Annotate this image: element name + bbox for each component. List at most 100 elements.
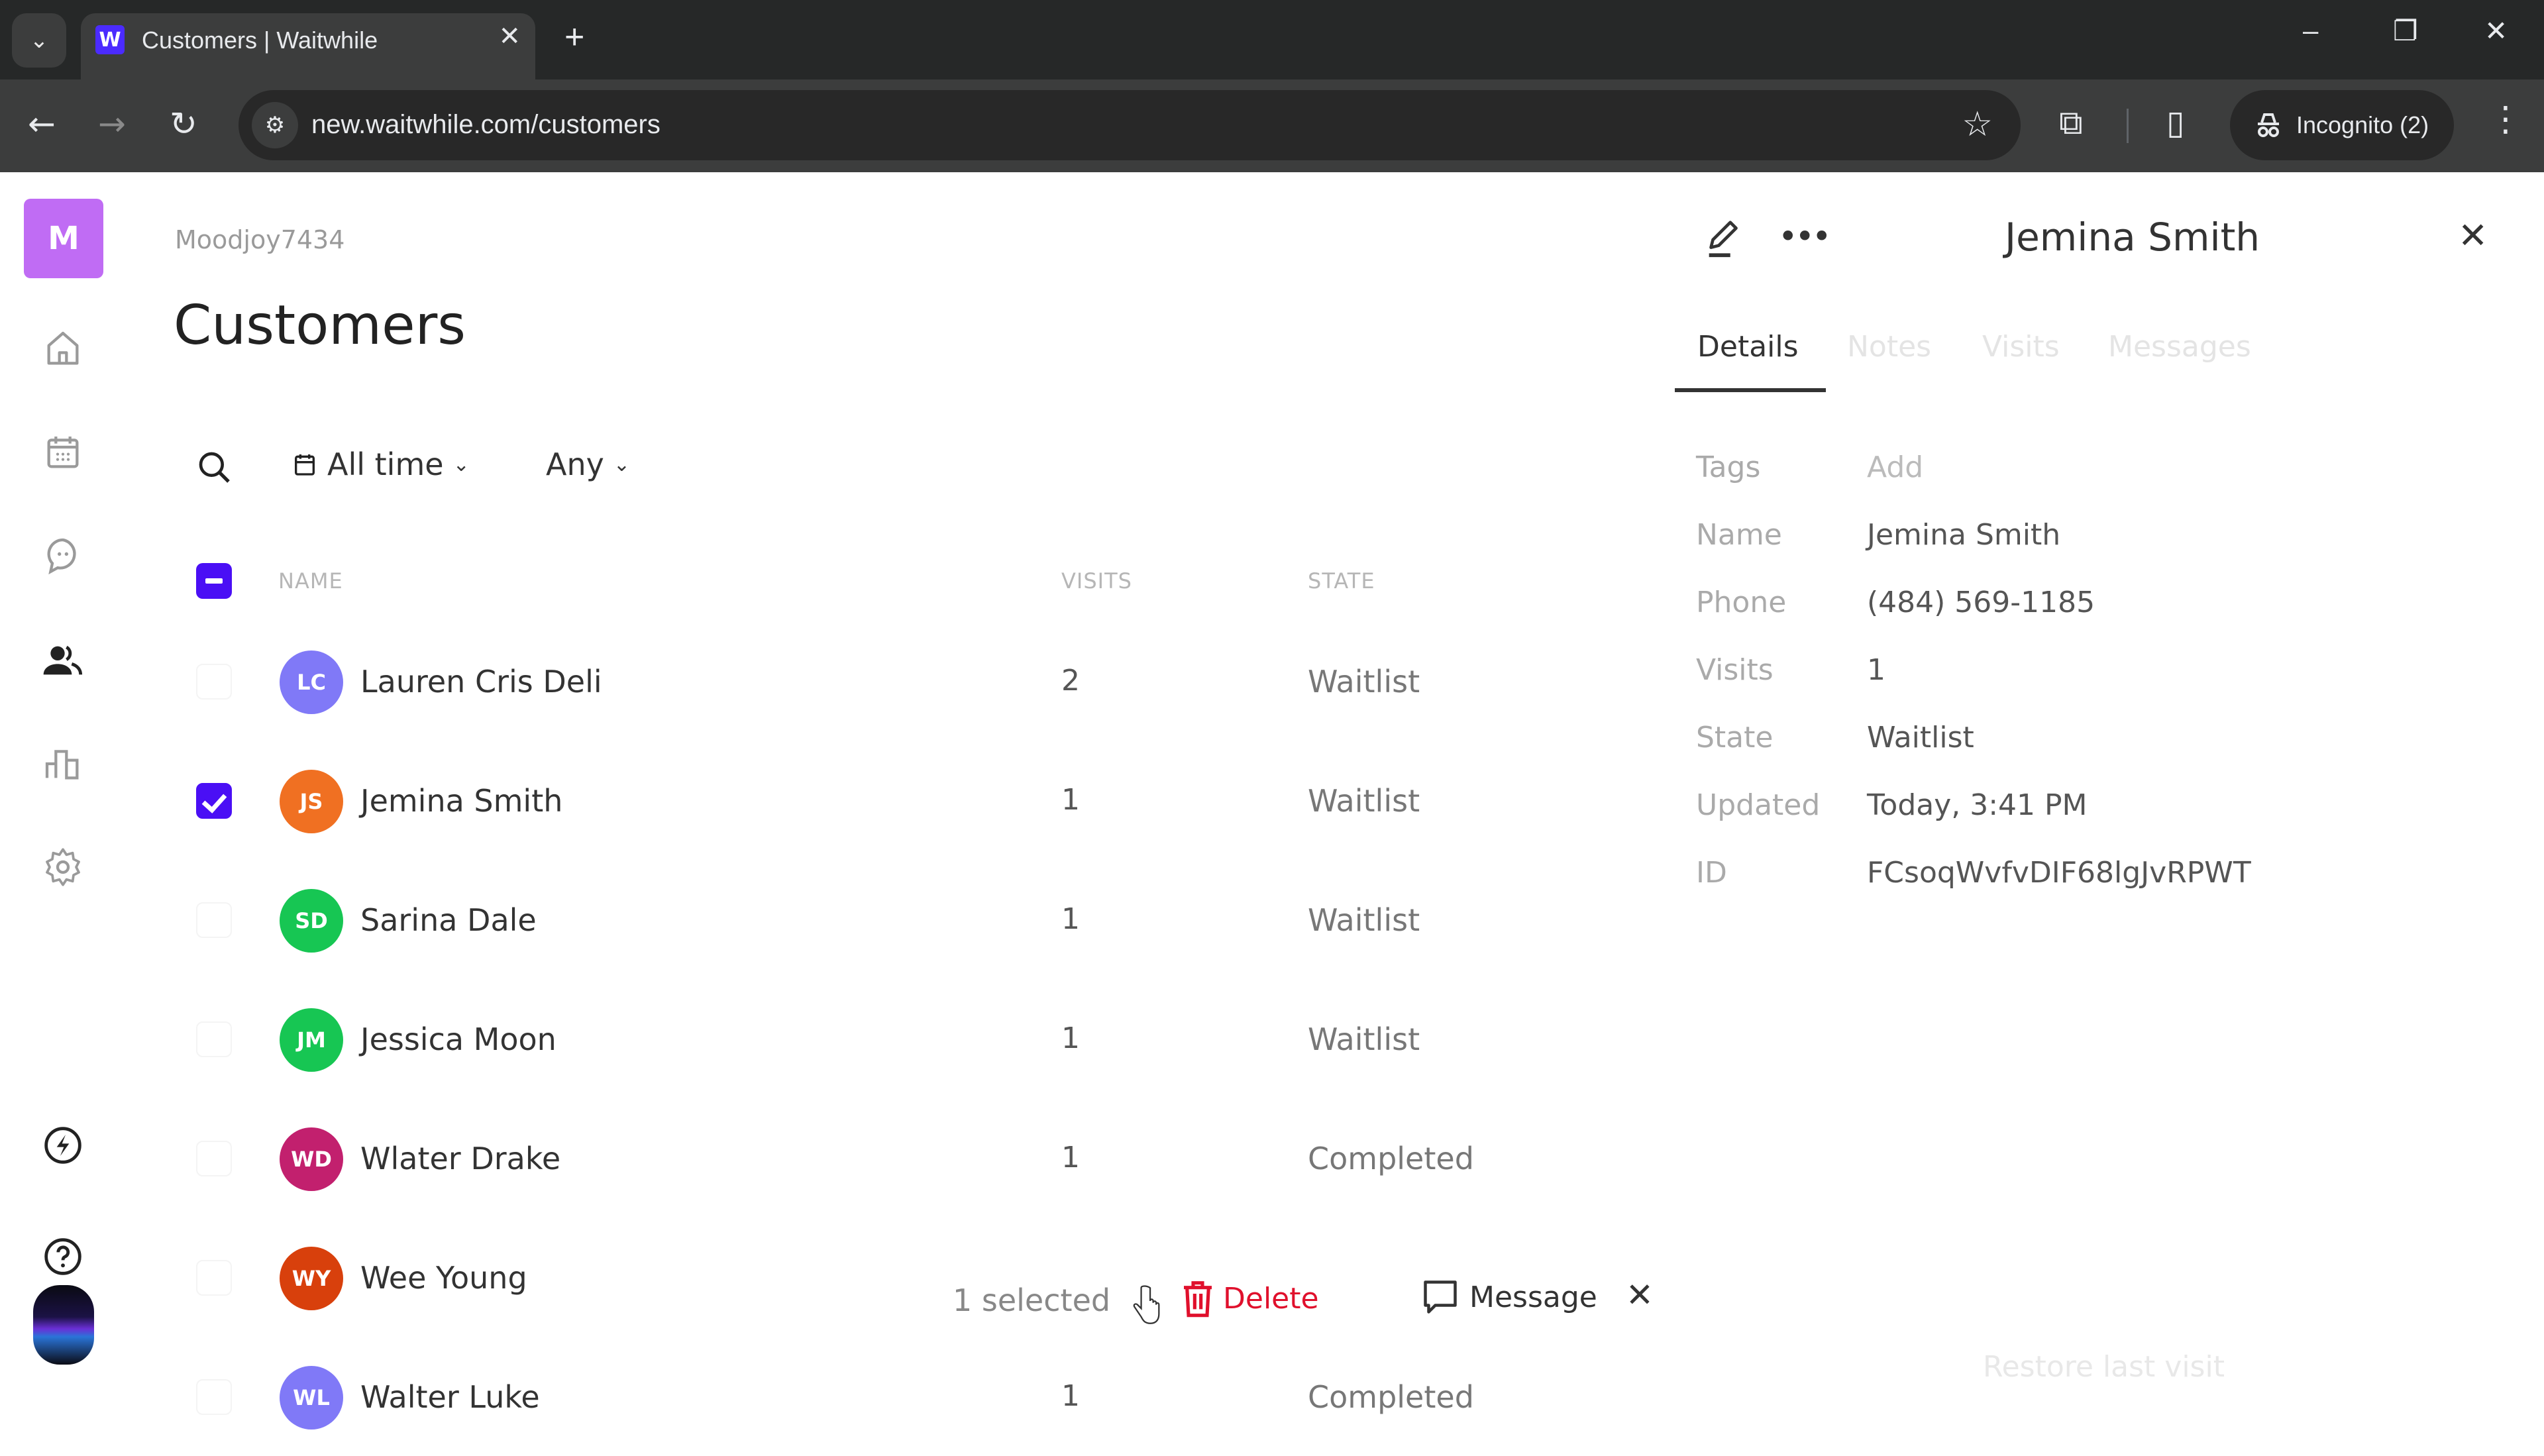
customer-state: Waitlist bbox=[1308, 664, 1420, 700]
detail-row-state: State Waitlist bbox=[1696, 721, 2491, 767]
customer-row[interactable]: JM Jessica Moon 1 Waitlist bbox=[126, 979, 1670, 1098]
calendar-icon[interactable] bbox=[38, 428, 87, 477]
customer-row[interactable]: SD Sarina Dale 1 Waitlist bbox=[126, 860, 1670, 979]
waitwhile-favicon-icon: W bbox=[95, 25, 125, 54]
forward-arrow-icon[interactable]: → bbox=[98, 105, 126, 143]
tab-messages[interactable]: Messages bbox=[2108, 330, 2251, 364]
bookmark-star-icon[interactable]: ☆ bbox=[1962, 105, 1993, 144]
browser-menu-icon[interactable]: ⋮ bbox=[2488, 99, 2523, 139]
select-all-checkbox[interactable] bbox=[196, 563, 232, 599]
customer-avatar: SD bbox=[280, 889, 343, 953]
customer-row[interactable]: LC Lauren Cris Deli 2 Waitlist bbox=[126, 621, 1670, 741]
customer-name[interactable]: Jemina Smith bbox=[360, 783, 562, 819]
state-filter-value: Any bbox=[546, 446, 604, 482]
side-panel-icon[interactable]: ▯ bbox=[2166, 103, 2185, 142]
date-range-value: All time bbox=[327, 446, 444, 482]
reload-icon[interactable]: ↻ bbox=[170, 105, 197, 143]
customer-row[interactable]: WL Walter Luke 1 Completed bbox=[126, 1337, 1670, 1456]
org-name: Moodjoy7434 bbox=[175, 225, 345, 254]
detail-label: Updated bbox=[1696, 788, 1821, 822]
state-filter[interactable]: Any ⌄ bbox=[546, 446, 630, 482]
detail-label: Phone bbox=[1696, 586, 1787, 619]
customer-row[interactable]: WD Wlater Drake 1 Completed bbox=[126, 1098, 1670, 1218]
settings-gear-icon[interactable] bbox=[38, 843, 87, 892]
chevron-down-icon: ⌄ bbox=[613, 452, 630, 476]
message-button[interactable]: Message bbox=[1420, 1277, 1597, 1317]
customer-state: Waitlist bbox=[1308, 783, 1420, 819]
column-header-visits[interactable]: VISITS bbox=[1061, 568, 1132, 594]
incognito-badge[interactable]: Incognito (2) bbox=[2230, 90, 2454, 160]
user-avatar[interactable] bbox=[33, 1285, 94, 1365]
customer-state: Completed bbox=[1308, 1141, 1474, 1176]
customer-avatar: LC bbox=[280, 650, 343, 714]
customer-avatar: WL bbox=[280, 1366, 343, 1430]
tab-details[interactable]: Details bbox=[1697, 330, 1799, 364]
close-panel-icon[interactable]: ✕ bbox=[2458, 215, 2488, 256]
row-checkbox[interactable] bbox=[196, 783, 232, 819]
detail-value: Today, 3:41 PM bbox=[1867, 788, 2088, 822]
date-range-filter[interactable]: All time ⌄ bbox=[292, 446, 470, 482]
browser-tab-bar: ⌄ W Customers | Waitwhile ✕ + – ❐ ✕ bbox=[0, 0, 2544, 79]
help-question-icon[interactable] bbox=[38, 1232, 87, 1281]
detail-value: (484) 569-1185 bbox=[1867, 586, 2095, 619]
detail-value: 1 bbox=[1867, 653, 1885, 687]
tab-notes[interactable]: Notes bbox=[1847, 330, 1931, 364]
row-checkbox[interactable] bbox=[196, 1260, 232, 1296]
detail-value[interactable]: Add bbox=[1867, 450, 1923, 484]
url-text[interactable]: new.waitwhile.com/customers bbox=[311, 110, 661, 140]
close-window-icon[interactable]: ✕ bbox=[2484, 15, 2508, 47]
chat-bubble-icon[interactable] bbox=[38, 531, 87, 580]
row-checkbox[interactable] bbox=[196, 1379, 232, 1415]
address-bar[interactable]: ⚙ new.waitwhile.com/customers ☆ bbox=[238, 90, 2021, 160]
tab-visits[interactable]: Visits bbox=[1982, 330, 2060, 364]
customer-visits: 1 bbox=[1061, 1021, 1080, 1055]
row-checkbox[interactable] bbox=[196, 664, 232, 700]
edit-pencil-icon[interactable] bbox=[1701, 215, 1748, 261]
restore-window-icon[interactable]: ❐ bbox=[2393, 15, 2418, 47]
customer-name[interactable]: Lauren Cris Deli bbox=[360, 664, 602, 700]
back-arrow-icon[interactable]: ← bbox=[28, 105, 56, 143]
search-icon[interactable] bbox=[196, 449, 233, 486]
delete-label: Delete bbox=[1223, 1281, 1319, 1316]
restore-last-visit-button[interactable]: Restore last visit bbox=[1983, 1350, 2225, 1384]
lightning-bolt-icon[interactable] bbox=[38, 1121, 87, 1170]
toolbar-divider bbox=[2127, 109, 2129, 143]
customer-name[interactable]: Sarina Dale bbox=[360, 902, 537, 938]
tab-close-icon[interactable]: ✕ bbox=[498, 21, 521, 52]
home-icon[interactable] bbox=[38, 325, 87, 374]
site-info-icon[interactable]: ⚙ bbox=[252, 102, 298, 148]
incognito-icon bbox=[2258, 113, 2279, 137]
customer-row[interactable]: JS Jemina Smith 1 Waitlist bbox=[126, 741, 1670, 860]
new-tab-plus-icon[interactable]: + bbox=[564, 17, 584, 57]
customer-name[interactable]: Jessica Moon bbox=[360, 1021, 556, 1057]
customers-icon[interactable] bbox=[38, 636, 87, 685]
customer-state: Completed bbox=[1308, 1379, 1474, 1415]
analytics-bar-chart-icon[interactable] bbox=[38, 739, 87, 788]
delete-button[interactable]: Delete bbox=[1179, 1277, 1319, 1320]
customer-avatar: JS bbox=[280, 770, 343, 833]
extensions-puzzle-icon[interactable]: ⧉ bbox=[2059, 103, 2083, 142]
customer-name[interactable]: Walter Luke bbox=[360, 1379, 540, 1415]
detail-row-phone: Phone (484) 569-1185 bbox=[1696, 586, 2491, 632]
customer-avatar: WY bbox=[280, 1247, 343, 1310]
more-options-icon[interactable]: ••• bbox=[1778, 217, 1832, 256]
row-checkbox[interactable] bbox=[196, 902, 232, 938]
message-label: Message bbox=[1469, 1280, 1597, 1314]
chevron-down-icon: ⌄ bbox=[29, 27, 49, 54]
row-checkbox[interactable] bbox=[196, 1141, 232, 1176]
browser-tab-active[interactable]: W Customers | Waitwhile ✕ bbox=[81, 13, 535, 79]
customer-name[interactable]: Wlater Drake bbox=[360, 1141, 560, 1176]
detail-row-updated: Updated Today, 3:41 PM bbox=[1696, 788, 2491, 835]
tab-search-button[interactable]: ⌄ bbox=[12, 13, 66, 68]
column-header-state[interactable]: STATE bbox=[1308, 568, 1375, 594]
row-checkbox[interactable] bbox=[196, 1021, 232, 1057]
clear-selection-close-icon[interactable]: ✕ bbox=[1626, 1276, 1654, 1314]
browser-toolbar: ← → ↻ ⚙ new.waitwhile.com/customers ☆ ⧉ … bbox=[0, 79, 2544, 172]
minimize-icon[interactable]: – bbox=[2303, 15, 2318, 46]
org-logo[interactable]: M bbox=[24, 199, 103, 278]
detail-value: Waitlist bbox=[1867, 721, 1974, 754]
detail-label: Name bbox=[1696, 518, 1782, 552]
column-header-name[interactable]: NAME bbox=[278, 568, 343, 594]
detail-label: State bbox=[1696, 721, 1774, 754]
customer-name[interactable]: Wee Young bbox=[360, 1260, 527, 1296]
